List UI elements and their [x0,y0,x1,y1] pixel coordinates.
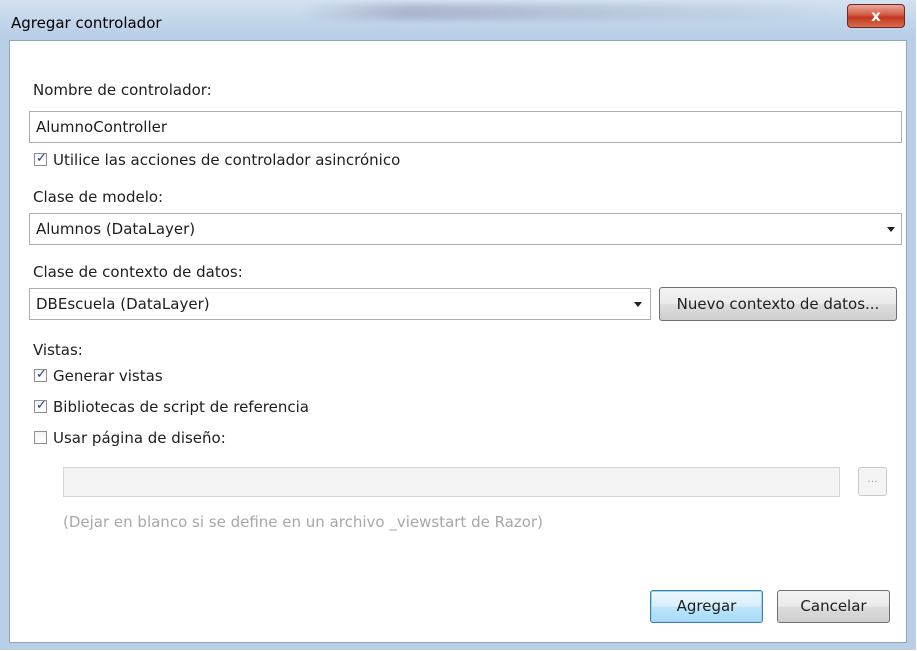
cancel-button[interactable]: Cancelar [777,590,890,623]
chevron-down-icon [634,302,642,307]
model-class-label: Clase de modelo: [33,188,164,206]
data-context-value: DBEscuela (DataLayer) [36,295,210,313]
async-actions-checkbox[interactable]: ✓ [34,151,47,166]
controller-name-label: Nombre de controlador: [33,81,212,99]
generate-views-checkbox[interactable]: ✓ [34,367,47,382]
dialog-window: Agregar controlador x Nombre de controla… [0,0,916,650]
model-class-value: Alumnos (DataLayer) [36,220,196,238]
checkmark-icon: ✓ [36,398,47,413]
close-icon: x [871,7,881,25]
generate-views-label: Generar vistas [53,367,163,385]
model-class-dropdown[interactable]: Alumnos (DataLayer) [29,213,902,245]
script-libraries-label: Bibliotecas de script de referencia [53,398,309,416]
dialog-body: Nombre de controlador: AlumnoController … [9,40,907,643]
browse-button[interactable]: ... [858,467,887,496]
layout-page-label: Usar página de diseño: [53,429,226,447]
background-blur [300,4,840,20]
layout-hint-text: (Dejar en blanco si se define en un arch… [63,513,543,531]
views-label: Vistas: [33,341,83,359]
async-actions-label: Utilice las acciones de controlador asin… [53,151,401,169]
script-libraries-checkbox[interactable]: ✓ [34,398,47,413]
data-context-dropdown[interactable]: DBEscuela (DataLayer) [29,288,651,320]
checkmark-icon: ✓ [36,367,47,382]
title-bar[interactable]: Agregar controlador x [0,0,916,40]
dialog-title: Agregar controlador [11,14,162,32]
controller-name-input[interactable]: AlumnoController [29,111,902,143]
add-button[interactable]: Agregar [650,590,763,623]
layout-page-input[interactable] [63,467,840,497]
data-context-label: Clase de contexto de datos: [33,263,243,281]
new-data-context-button[interactable]: Nuevo contexto de datos... [659,287,897,321]
layout-page-checkbox[interactable] [34,431,47,444]
chevron-down-icon [887,227,895,232]
checkmark-icon: ✓ [36,151,47,166]
close-button[interactable]: x [847,4,905,28]
